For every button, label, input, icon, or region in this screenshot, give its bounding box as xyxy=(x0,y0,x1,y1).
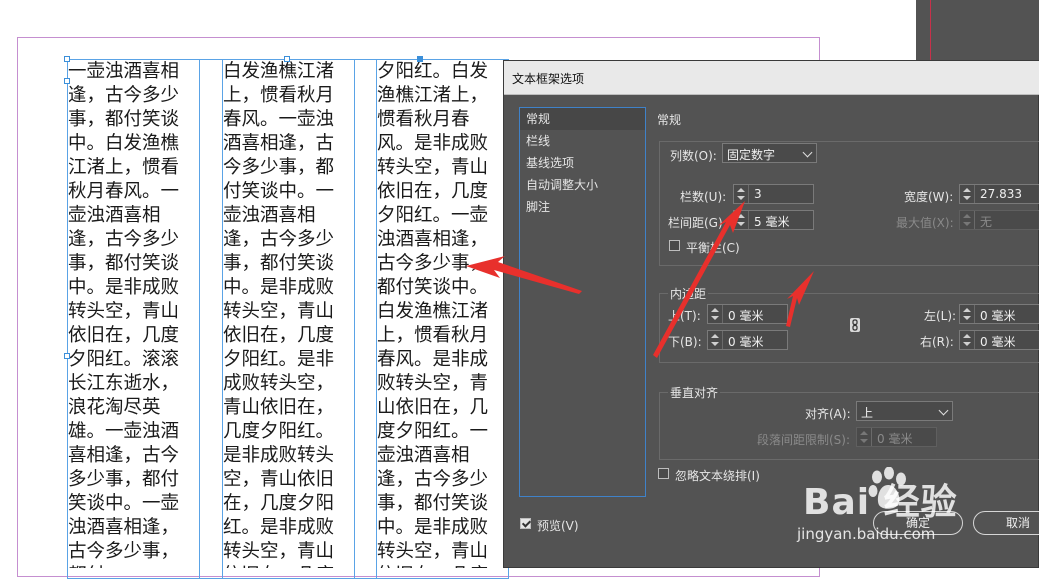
vertical-justification-title: 垂直对齐 xyxy=(668,384,721,401)
stepper-arrows-icon[interactable] xyxy=(960,331,975,349)
column-guide xyxy=(354,59,355,579)
column-count-stepper[interactable]: 3 xyxy=(733,184,814,204)
category-baseline-options[interactable]: 基线选项 xyxy=(520,152,645,174)
inset-right-label: 右(R): xyxy=(920,335,954,349)
stepper-arrows-icon[interactable] xyxy=(734,185,749,203)
gutter-label: 栏间距(G): xyxy=(668,216,727,230)
column-width-stepper[interactable]: 27.833 xyxy=(959,184,1039,204)
inset-right-value: 0 毫米 xyxy=(980,335,1016,349)
stepper-arrows-icon xyxy=(857,428,872,446)
inset-left-label: 左(L): xyxy=(924,309,957,323)
selection-handle[interactable] xyxy=(417,56,423,62)
column-type-select[interactable]: 固定数字 xyxy=(722,143,817,163)
max-width-stepper: 无 xyxy=(959,210,1039,230)
preview-label: 预览(V) xyxy=(537,519,579,533)
inset-group-title: 内边距 xyxy=(668,285,709,302)
ignore-text-wrap-label: 忽略文本绕排(I) xyxy=(675,469,760,483)
inset-top-value: 0 毫米 xyxy=(728,309,764,323)
align-value: 上 xyxy=(861,406,874,420)
category-column-rules[interactable]: 栏线 xyxy=(520,130,645,152)
align-label: 对齐(A): xyxy=(805,407,851,421)
chevron-down-icon xyxy=(802,147,813,158)
column-guide xyxy=(199,59,200,579)
stepper-arrows-icon[interactable] xyxy=(708,305,723,323)
inset-left-value: 0 毫米 xyxy=(980,309,1016,323)
chevron-down-icon xyxy=(938,405,949,416)
balance-columns-checkbox[interactable] xyxy=(669,240,680,251)
stepper-arrows-icon xyxy=(960,211,975,229)
inset-left-stepper[interactable]: 0 毫米 xyxy=(959,304,1039,324)
stepper-arrows-icon[interactable] xyxy=(960,305,975,323)
align-select[interactable]: 上 xyxy=(856,401,953,421)
category-general[interactable]: 常规 xyxy=(520,108,645,130)
inset-bottom-stepper[interactable]: 0 毫米 xyxy=(707,330,788,350)
max-width-value: 无 xyxy=(980,215,993,229)
text-column-2[interactable]: 白发渔樵江渚上，惯看秋月春风。一壶浊酒喜相逢，古今多少事，都付笑谈中。一壶浊酒喜… xyxy=(223,60,347,568)
dialog-titlebar[interactable]: 文本框架选项 xyxy=(504,61,1039,95)
stepper-arrows-icon[interactable] xyxy=(960,185,975,203)
cancel-button[interactable]: 取消 xyxy=(973,511,1039,535)
paragraph-spacing-limit-value: 0 毫米 xyxy=(877,432,913,446)
text-column-1[interactable]: 一壶浊酒喜相逢，古今多少事，都付笑谈中。白发渔樵江渚上，惯看秋月春风。一壶浊酒喜… xyxy=(68,60,192,568)
dialog-title: 文本框架选项 xyxy=(512,72,585,86)
paragraph-spacing-limit-stepper: 0 毫米 xyxy=(856,427,937,447)
gutter-value: 5 毫米 xyxy=(754,215,790,229)
column-width-value: 27.833 xyxy=(980,187,1022,201)
preview-checkbox[interactable] xyxy=(520,518,531,529)
balance-columns-label: 平衡栏(C) xyxy=(686,241,740,255)
category-footnotes[interactable]: 脚注 xyxy=(520,196,645,218)
category-auto-size[interactable]: 自动调整大小 xyxy=(520,174,645,196)
max-width-label: 最大值(X): xyxy=(896,216,954,230)
selection-handle[interactable] xyxy=(64,353,70,359)
stepper-arrows-icon[interactable] xyxy=(708,331,723,349)
inset-bottom-label: 下(B): xyxy=(668,335,702,349)
inset-right-stepper[interactable]: 0 毫米 xyxy=(959,330,1039,350)
inset-bottom-value: 0 毫米 xyxy=(728,335,764,349)
category-list: 常规 栏线 基线选项 自动调整大小 脚注 xyxy=(519,107,646,497)
paragraph-spacing-limit-label: 段落间距限制(S): xyxy=(757,433,851,447)
text-frame-options-dialog: 文本框架选项 常规 栏线 基线选项 自动调整大小 脚注 常规 列数(O): 固定… xyxy=(503,60,1039,568)
column-count-label: 栏数(U): xyxy=(680,190,727,204)
text-column-3[interactable]: 夕阳红。白发渔樵江渚上，惯看秋月春风。是非成败转头空，青山依旧在，几度夕阳红。一… xyxy=(377,60,501,568)
inset-top-label: 上(T): xyxy=(668,309,701,323)
inset-top-stepper[interactable]: 0 毫米 xyxy=(707,304,788,324)
section-title: 常规 xyxy=(657,113,682,127)
selection-handle[interactable] xyxy=(64,56,70,62)
ignore-text-wrap-checkbox[interactable] xyxy=(658,468,669,479)
vertical-justification-group xyxy=(659,392,1039,460)
gutter-stepper[interactable]: 5 毫米 xyxy=(733,210,814,230)
column-count-value: 3 xyxy=(754,187,762,201)
link-icon[interactable] xyxy=(849,317,861,333)
selection-handle[interactable] xyxy=(64,78,70,84)
column-type-label: 列数(O): xyxy=(670,149,717,163)
selection-handle[interactable] xyxy=(284,56,290,62)
column-width-label: 宽度(W): xyxy=(904,190,954,204)
stepper-arrows-icon[interactable] xyxy=(734,211,749,229)
ok-button[interactable]: 确定 xyxy=(873,511,963,535)
column-type-value: 固定数字 xyxy=(727,148,776,162)
